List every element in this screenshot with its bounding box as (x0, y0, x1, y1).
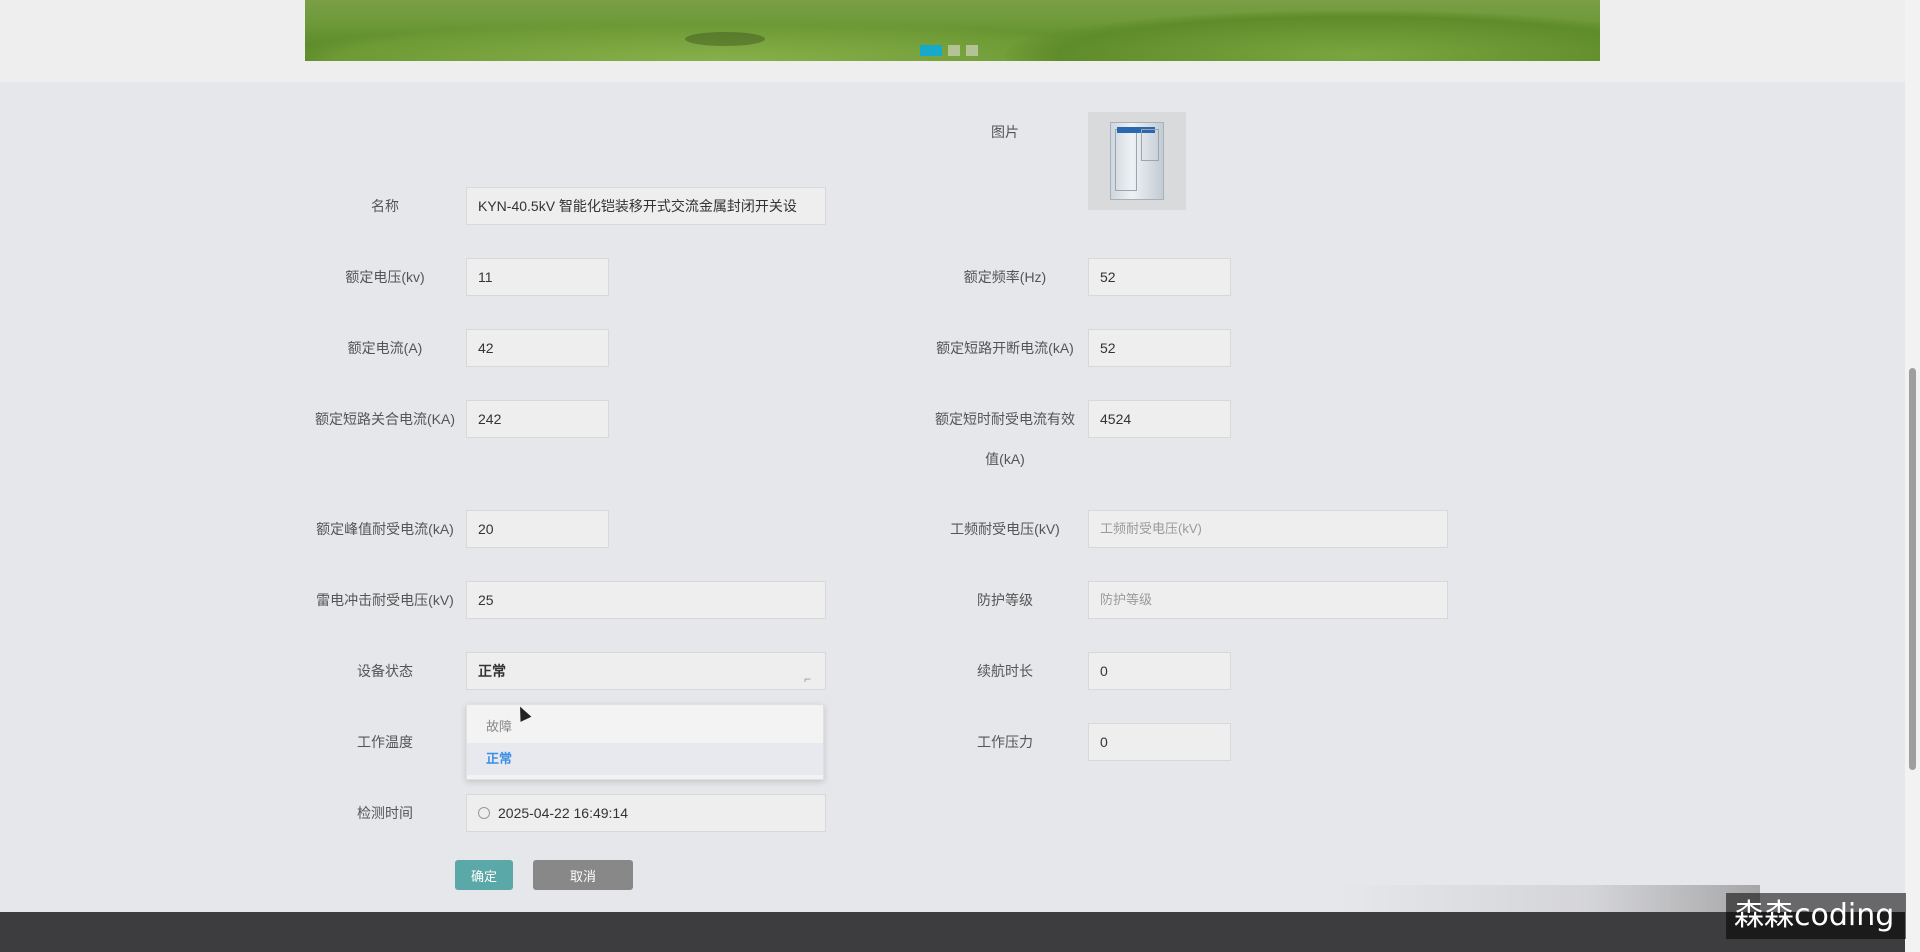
rated-current-label: 额定电流(A) (347, 340, 423, 356)
rated-short-withstand-label-2: 值(kA) (985, 451, 1025, 467)
chevron-down-icon: ⌐ (803, 672, 811, 686)
clock-icon (478, 807, 490, 819)
detect-time-value: 2025-04-22 16:49:14 (498, 805, 628, 821)
rated-peak-label: 额定峰值耐受电流(kA) (316, 521, 454, 537)
rated-short-make-input[interactable]: 242 (466, 400, 609, 438)
rated-short-make-label: 额定短路关合电流(KA) (315, 411, 455, 427)
protection-input[interactable]: 防护等级 (1088, 581, 1448, 619)
cancel-button[interactable]: 取消 (533, 860, 633, 890)
page-scrollbar[interactable] (1905, 0, 1920, 952)
banner-carousel (305, 0, 1600, 61)
carousel-dot-1[interactable] (920, 45, 942, 56)
work-temp-label: 工作温度 (357, 734, 413, 750)
power-freq-label: 工频耐受电压(kV) (950, 521, 1060, 537)
picture-label: 图片 (991, 124, 1019, 140)
banner-hill (1005, 10, 1600, 61)
lightning-label: 雷电冲击耐受电压(kV) (316, 592, 454, 608)
status-select[interactable]: 正常 ⌐ (466, 652, 826, 690)
footer-fade (1340, 885, 1760, 912)
carousel-dots (920, 45, 978, 56)
protection-label: 防护等级 (977, 592, 1033, 608)
name-label: 名称 (371, 198, 399, 214)
detect-time-label: 检测时间 (357, 805, 413, 821)
carousel-dot-3[interactable] (966, 45, 978, 56)
banner-shade (685, 32, 765, 46)
page-footer (0, 912, 1920, 952)
rated-frequency-input[interactable]: 52 (1088, 258, 1231, 296)
watermark-text: 森森coding (1734, 898, 1895, 933)
carousel-dot-2[interactable] (948, 45, 960, 56)
rated-frequency-label: 额定频率(Hz) (963, 269, 1047, 285)
rated-voltage-input[interactable]: 11 (466, 258, 609, 296)
equipment-picture[interactable] (1088, 112, 1186, 210)
equipment-form (0, 82, 1905, 912)
rated-short-withstand-label: 额定短时耐受电流有效 (935, 411, 1075, 427)
rated-current-input[interactable]: 42 (466, 329, 609, 367)
rated-short-withstand-input[interactable]: 4524 (1088, 400, 1231, 438)
rated-short-break-input[interactable]: 52 (1088, 329, 1231, 367)
power-freq-input[interactable]: 工频耐受电压(kV) (1088, 510, 1448, 548)
watermark: 森森coding (1726, 893, 1906, 939)
lightning-input[interactable]: 25 (466, 581, 826, 619)
status-option-normal[interactable]: 正常 (467, 743, 823, 775)
scrollbar-thumb[interactable] (1909, 368, 1916, 770)
endurance-input[interactable]: 0 (1088, 652, 1231, 690)
rated-voltage-label: 额定电压(kv) (345, 269, 425, 285)
detect-time-input[interactable]: 2025-04-22 16:49:14 (466, 794, 826, 832)
switchgear-cabinet-image (1110, 122, 1164, 200)
rated-short-break-label: 额定短路开断电流(kA) (936, 340, 1074, 356)
endurance-label: 续航时长 (977, 663, 1033, 679)
status-select-value: 正常 (478, 663, 506, 679)
name-input[interactable]: KYN-40.5kV 智能化铠装移开式交流金属封闭开关设 (466, 187, 826, 225)
status-label: 设备状态 (357, 663, 413, 679)
work-pressure-label: 工作压力 (977, 734, 1033, 750)
confirm-button[interactable]: 确定 (455, 860, 513, 890)
work-pressure-input[interactable]: 0 (1088, 723, 1231, 761)
rated-peak-input[interactable]: 20 (466, 510, 609, 548)
